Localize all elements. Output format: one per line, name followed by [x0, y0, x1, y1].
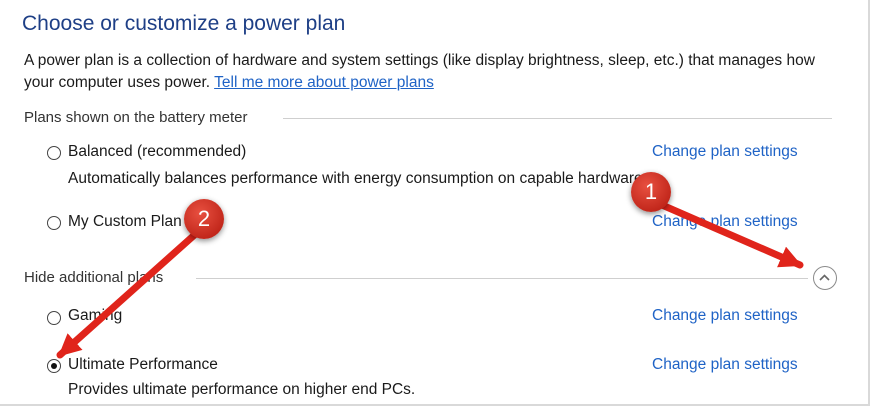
plan-description-balanced: Automatically balances performance with …: [68, 170, 647, 187]
collapse-additional-plans-button[interactable]: [813, 266, 837, 290]
radio-ultimate-performance[interactable]: [47, 359, 61, 373]
additional-plans-section-heading[interactable]: Hide additional plans: [24, 269, 163, 286]
annotation-badge-1: 1: [631, 172, 671, 212]
chevron-up-icon: [819, 274, 830, 281]
page-description: A power plan is a collection of hardware…: [24, 50, 824, 94]
learn-more-link[interactable]: Tell me more about power plans: [214, 74, 434, 91]
battery-meter-section-heading: Plans shown on the battery meter: [24, 109, 248, 126]
change-plan-settings-custom-link[interactable]: Change plan settings: [652, 213, 798, 231]
change-plan-settings-gaming-link[interactable]: Change plan settings: [652, 307, 798, 325]
radio-gaming[interactable]: [47, 311, 61, 325]
plan-description-ultimate-performance: Provides ultimate performance on higher …: [68, 381, 416, 398]
plan-name-ultimate-performance: Ultimate Performance: [68, 356, 218, 373]
section-divider: [196, 278, 808, 279]
radio-my-custom-plan[interactable]: [47, 216, 61, 230]
plan-name-gaming: Gaming: [68, 307, 123, 324]
page-title: Choose or customize a power plan: [22, 12, 346, 35]
section-divider: [283, 118, 832, 119]
change-plan-settings-ultimate-link[interactable]: Change plan settings: [652, 356, 798, 374]
annotation-badge-2: 2: [184, 199, 224, 239]
plan-name-my-custom-plan: My Custom Plan: [68, 213, 182, 230]
radio-balanced[interactable]: [47, 146, 61, 160]
plan-name-balanced: Balanced (recommended): [68, 143, 247, 160]
change-plan-settings-balanced-link[interactable]: Change plan settings: [652, 143, 798, 161]
